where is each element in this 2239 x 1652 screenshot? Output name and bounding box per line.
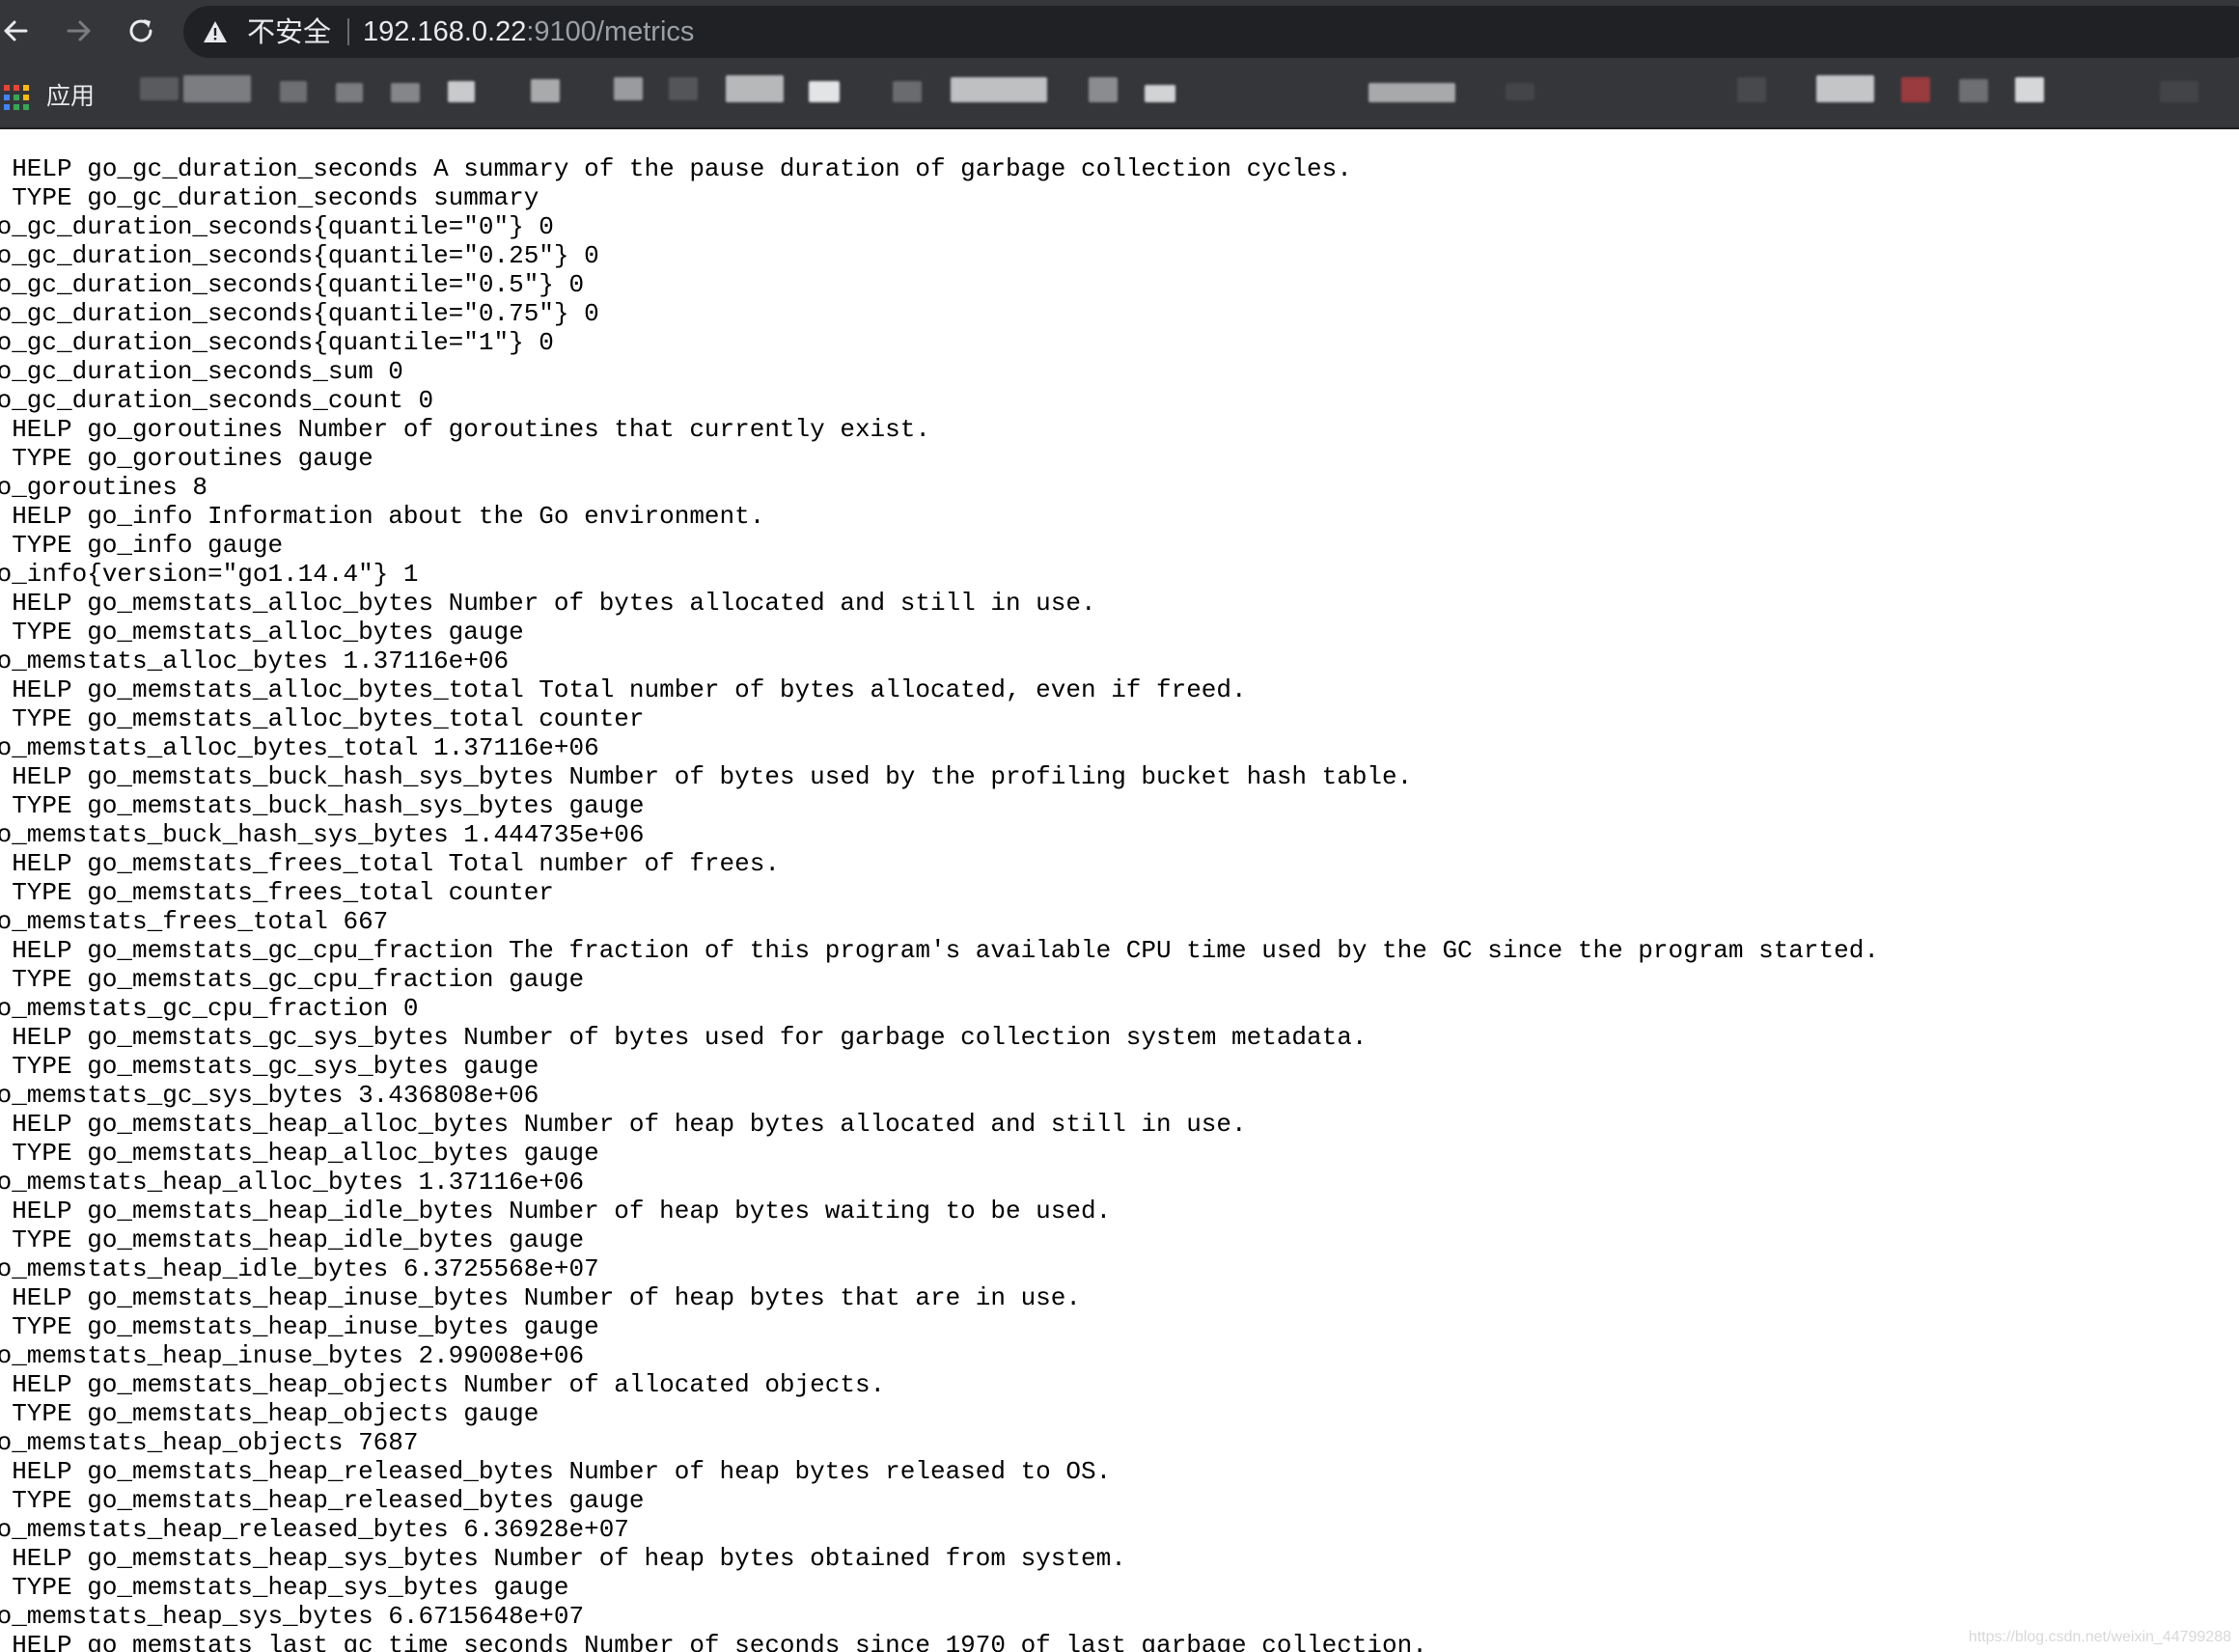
blurred-bookmark[interactable] bbox=[1368, 83, 1455, 102]
blurred-bookmark[interactable] bbox=[1737, 77, 1766, 102]
back-arrow-icon bbox=[4, 20, 28, 41]
apps-grid-icon[interactable] bbox=[4, 85, 29, 110]
watermark: https://blog.csdn.net/weixin_44799288 bbox=[1968, 1629, 2231, 1645]
security-status-label[interactable]: 不安全 bbox=[247, 16, 331, 47]
blurred-bookmark[interactable] bbox=[140, 77, 179, 100]
blurred-bookmark[interactable] bbox=[448, 81, 475, 102]
reload-button[interactable] bbox=[122, 12, 160, 50]
browser-chrome: 不安全 192.168.0.22:9100/metrics 应用 bbox=[0, 0, 2239, 129]
back-button[interactable] bbox=[0, 12, 35, 50]
blurred-bookmark[interactable] bbox=[2015, 77, 2044, 102]
warning-triangle-icon bbox=[204, 21, 227, 42]
blurred-bookmark[interactable] bbox=[614, 77, 643, 100]
blurred-bookmark[interactable] bbox=[893, 81, 922, 102]
url-host: 192.168.0.22 bbox=[363, 16, 527, 47]
omnibox-divider bbox=[347, 18, 349, 45]
forward-button[interactable] bbox=[60, 12, 98, 50]
blurred-bookmark[interactable] bbox=[1145, 85, 1175, 102]
blurred-bookmark[interactable] bbox=[1506, 83, 1534, 100]
reload-icon bbox=[129, 19, 152, 42]
blurred-bookmark[interactable] bbox=[951, 77, 1047, 102]
bookmarks-bar: 应用 bbox=[0, 64, 2239, 129]
browser-toolbar: 不安全 192.168.0.22:9100/metrics bbox=[0, 0, 2239, 64]
apps-shortcut-label[interactable]: 应用 bbox=[46, 83, 95, 110]
blurred-bookmark[interactable] bbox=[1816, 75, 1874, 102]
blurred-bookmark[interactable] bbox=[391, 83, 420, 102]
blurred-bookmark[interactable] bbox=[280, 81, 307, 102]
blurred-bookmark[interactable] bbox=[1959, 79, 1988, 102]
metrics-text: # HELP go_gc_duration_seconds A summary … bbox=[0, 154, 1879, 1652]
blurred-bookmark[interactable] bbox=[809, 81, 840, 102]
blurred-bookmark[interactable] bbox=[531, 79, 560, 102]
blurred-bookmark[interactable] bbox=[336, 83, 363, 102]
blurred-bookmark[interactable] bbox=[183, 75, 251, 102]
blurred-bookmark[interactable] bbox=[669, 77, 698, 100]
page-content: # HELP go_gc_duration_seconds A summary … bbox=[0, 129, 2239, 1652]
blurred-bookmark[interactable] bbox=[1089, 77, 1118, 102]
url-text[interactable]: 192.168.0.22:9100/metrics bbox=[363, 16, 694, 47]
blurred-bookmark[interactable] bbox=[1901, 77, 1930, 102]
forward-arrow-icon bbox=[67, 20, 91, 41]
url-path: :9100/metrics bbox=[526, 16, 695, 47]
address-bar[interactable]: 不安全 192.168.0.22:9100/metrics bbox=[183, 6, 2239, 58]
blurred-bookmark[interactable] bbox=[2160, 81, 2198, 102]
blurred-bookmark[interactable] bbox=[726, 75, 784, 102]
